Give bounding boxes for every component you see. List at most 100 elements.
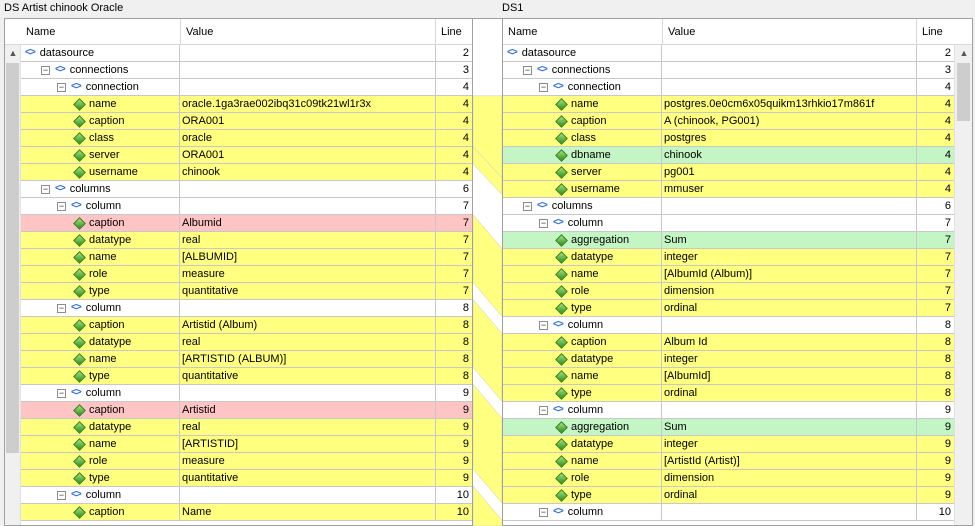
tree-row[interactable]: <> datasource 2 (21, 45, 472, 62)
tree-row[interactable]: name postgres.0e0cm6x05quikm13rhkio17m861… (503, 96, 954, 113)
tree-row[interactable]: name [ARTISTID (ALBUM)] 8 (21, 351, 472, 368)
collapse-icon[interactable]: − (57, 201, 66, 211)
collapse-icon[interactable]: − (539, 405, 548, 415)
right-column-header: Name Value Line (503, 19, 972, 45)
tree-row[interactable]: − <> column 10 (21, 487, 472, 504)
node-value (181, 487, 436, 503)
tree-row[interactable]: − <> connections 3 (503, 62, 954, 79)
tree-row[interactable]: − <> connection 4 (21, 79, 472, 96)
tree-row[interactable]: − <> column 8 (503, 317, 954, 334)
attribute-diamond-icon (73, 352, 86, 366)
tree-row[interactable]: caption ORA001 4 (21, 113, 472, 130)
tree-row[interactable]: − <> column 8 (21, 300, 472, 317)
tree-row[interactable]: caption Album Id 8 (503, 334, 954, 351)
right-scroll-thumb[interactable] (957, 63, 970, 121)
left-scroll-thumb[interactable] (6, 63, 19, 453)
tree-row[interactable]: type ordinal 7 (503, 300, 954, 317)
collapse-icon[interactable]: − (57, 303, 66, 313)
tree-row[interactable]: role measure 9 (21, 453, 472, 470)
tree-row[interactable]: role dimension 9 (503, 470, 954, 487)
tree-row[interactable]: datatype integer 7 (503, 249, 954, 266)
collapse-icon[interactable]: − (539, 82, 548, 92)
tree-row[interactable]: class postgres 4 (503, 130, 954, 147)
left-header-line[interactable]: Line (436, 19, 472, 45)
node-value: ordinal (663, 487, 917, 503)
tree-row[interactable]: type quantitative 8 (21, 368, 472, 385)
tree-row[interactable]: name [ArtistId (Artist)] 9 (503, 453, 954, 470)
tree-row[interactable]: role dimension 7 (503, 283, 954, 300)
tree-row[interactable]: server pg001 4 (503, 164, 954, 181)
left-header-value[interactable]: Value (181, 19, 436, 45)
node-value: [ARTISTID (ALBUM)] (181, 351, 436, 367)
tree-row[interactable]: class oracle 4 (21, 130, 472, 147)
tree-row[interactable]: type ordinal 9 (503, 487, 954, 504)
tree-row[interactable]: caption Name 10 (21, 504, 472, 521)
tree-row[interactable]: datatype integer 9 (503, 436, 954, 453)
attribute-diamond-icon (555, 182, 568, 196)
tree-row[interactable]: server ORA001 4 (21, 147, 472, 164)
tree-row[interactable]: − <> column 9 (21, 385, 472, 402)
left-header-name[interactable]: Name (21, 19, 181, 45)
right-tree-pane[interactable]: Name Value Line <> datasource 2− <> connecti… (502, 18, 973, 526)
collapse-icon[interactable]: − (523, 65, 532, 75)
tree-row[interactable]: − <> column 7 (21, 198, 472, 215)
attribute-diamond-icon (555, 114, 568, 128)
collapse-icon[interactable]: − (539, 507, 548, 517)
node-name: name (571, 370, 599, 382)
node-name: column (567, 506, 604, 518)
tree-row[interactable]: − <> connection 4 (503, 79, 954, 96)
collapse-icon[interactable]: − (523, 201, 532, 211)
node-value (663, 317, 917, 333)
collapse-icon[interactable]: − (539, 320, 548, 330)
tree-row[interactable]: − <> columns 6 (21, 181, 472, 198)
tree-row[interactable]: name [ALBUMID] 7 (21, 249, 472, 266)
collapse-icon[interactable]: − (41, 65, 50, 75)
tree-row[interactable]: − <> columns 6 (503, 198, 954, 215)
tree-row[interactable]: type ordinal 8 (503, 385, 954, 402)
tree-row[interactable]: caption Albumid 7 (21, 215, 472, 232)
attribute-diamond-icon (555, 420, 568, 434)
tree-row[interactable]: type quantitative 7 (21, 283, 472, 300)
left-scrollbar[interactable]: ▲ (5, 45, 21, 525)
tree-row[interactable]: aggregation Sum 7 (503, 232, 954, 249)
tree-row[interactable]: name [AlbumId (Album)] 7 (503, 266, 954, 283)
tree-row[interactable]: username mmuser 4 (503, 181, 954, 198)
scroll-up-icon[interactable]: ▲ (5, 45, 21, 62)
tree-row[interactable]: caption Artistid 9 (21, 402, 472, 419)
tree-row[interactable]: caption Artistid (Album) 8 (21, 317, 472, 334)
tree-row[interactable]: − <> column 9 (503, 402, 954, 419)
tree-row[interactable]: − <> column 10 (503, 504, 954, 521)
collapse-icon[interactable]: − (41, 184, 50, 194)
tree-row[interactable]: name [ARTISTID] 9 (21, 436, 472, 453)
right-scrollbar[interactable]: ▲ (954, 45, 972, 525)
tree-row[interactable]: datatype real 8 (21, 334, 472, 351)
tree-row[interactable]: datatype real 7 (21, 232, 472, 249)
collapse-icon[interactable]: − (57, 490, 66, 500)
tree-row[interactable]: datatype integer 8 (503, 351, 954, 368)
right-header-value[interactable]: Value (663, 19, 917, 45)
element-node-icon: <> (553, 217, 564, 228)
tree-row[interactable]: − <> column 7 (503, 215, 954, 232)
tree-row[interactable]: type quantitative 9 (21, 470, 472, 487)
right-header-name[interactable]: Name (503, 19, 663, 45)
collapse-icon[interactable]: − (539, 218, 548, 228)
element-node-icon: <> (507, 47, 518, 58)
right-header-line[interactable]: Line (917, 19, 955, 45)
tree-row[interactable]: name oracle.1ga3rae002ibq31c09tk21wl1r3x 4 (21, 96, 472, 113)
right-tree-rows: <> datasource 2− <> connections 3− <> connectio… (503, 45, 954, 521)
node-value: real (181, 419, 436, 435)
tree-row[interactable]: role measure 7 (21, 266, 472, 283)
collapse-icon[interactable]: − (57, 82, 66, 92)
tree-row[interactable]: name [AlbumId] 8 (503, 368, 954, 385)
node-name: type (89, 370, 110, 382)
left-tree-pane[interactable]: Name Value Line ▲ <> datasource 2− <> connec… (4, 18, 473, 526)
tree-row[interactable]: aggregation Sum 9 (503, 419, 954, 436)
scroll-up-icon[interactable]: ▲ (955, 45, 972, 62)
tree-row[interactable]: dbname chinook 4 (503, 147, 954, 164)
collapse-icon[interactable]: − (57, 388, 66, 398)
tree-row[interactable]: − <> connections 3 (21, 62, 472, 79)
tree-row[interactable]: <> datasource 2 (503, 45, 954, 62)
tree-row[interactable]: caption A (chinook, PG001) 4 (503, 113, 954, 130)
tree-row[interactable]: datatype real 9 (21, 419, 472, 436)
tree-row[interactable]: username chinook 4 (21, 164, 472, 181)
